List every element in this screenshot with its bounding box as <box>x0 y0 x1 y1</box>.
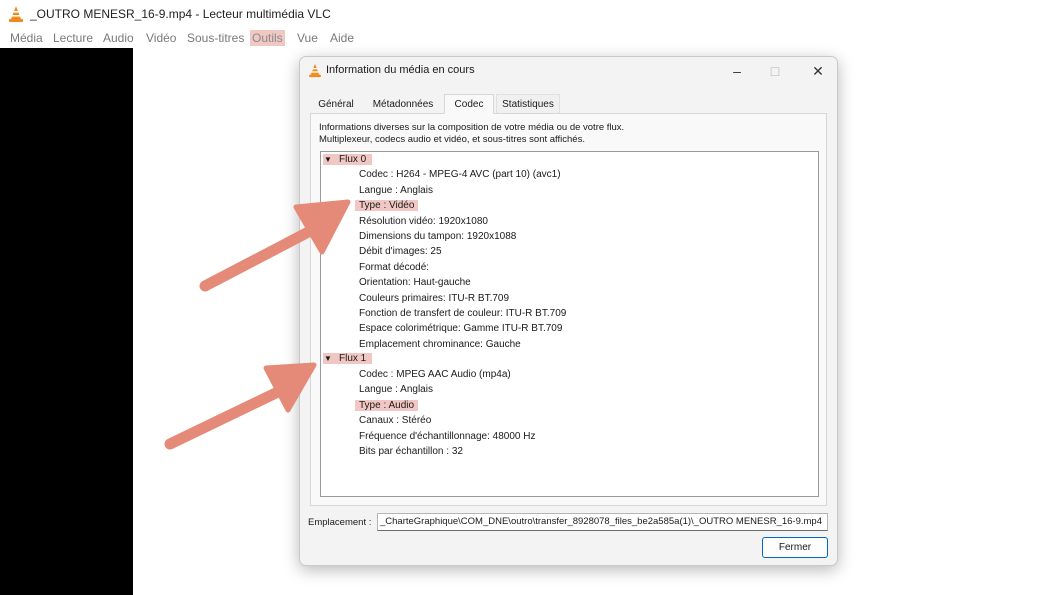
menu-media[interactable]: Média <box>8 30 45 46</box>
tree-item[interactable]: Codec : MPEG AAC Audio (mp4a) <box>359 367 511 382</box>
tree-item[interactable]: Emplacement chrominance: Gauche <box>359 337 521 352</box>
tree-item[interactable]: Bits par échantillon : 32 <box>359 444 463 459</box>
tree-item[interactable]: Débit d'images: 25 <box>359 244 442 259</box>
location-label: Emplacement : <box>308 517 372 528</box>
tree-item[interactable]: Langue : Anglais <box>359 183 433 198</box>
tree-item[interactable]: Couleurs primaires: ITU-R BT.709 <box>359 291 509 306</box>
close-icon[interactable]: ✕ <box>805 59 831 83</box>
tree-item-type-audio: Type : Audio <box>355 399 419 411</box>
tree-item[interactable]: Résolution vidéo: 1920x1080 <box>359 214 488 229</box>
tree-item-highlighted[interactable]: Type : Vidéo <box>355 198 419 213</box>
tab-general[interactable]: Général <box>310 94 362 114</box>
media-info-dialog: Information du média en cours – □ ✕ Géné… <box>299 56 838 566</box>
stream-0-highlight: ▼ Flux 0 <box>323 152 373 167</box>
menu-video[interactable]: Vidéo <box>144 30 178 46</box>
stream-1-label: Flux 1 <box>339 353 367 365</box>
tree-stream-1[interactable]: ▼ Flux 1 <box>323 351 373 366</box>
menubar: Média Lecture Audio Vidéo Sous-titres Ou… <box>0 28 1058 48</box>
tree-stream-0[interactable]: ▼ Flux 0 <box>323 152 373 167</box>
maximize-icon[interactable]: □ <box>762 59 788 83</box>
menu-sous-titres[interactable]: Sous-titres <box>185 30 246 46</box>
menu-lecture[interactable]: Lecture <box>51 30 95 46</box>
menu-outils[interactable]: Outils <box>250 30 285 46</box>
minimize-icon[interactable]: – <box>724 59 750 83</box>
tab-metadonnees[interactable]: Métadonnées <box>365 94 441 114</box>
tree-item[interactable]: Fonction de transfert de couleur: ITU-R … <box>359 306 566 321</box>
info-text-2: Multiplexeur, codecs audio et vidéo, et … <box>319 134 585 145</box>
vlc-cone-icon <box>309 63 321 78</box>
window-title: _OUTRO MENESR_16-9.mp4 - Lecteur multimé… <box>30 7 331 21</box>
tab-codec[interactable]: Codec <box>444 94 494 114</box>
chevron-down-icon[interactable]: ▼ <box>323 152 333 167</box>
location-field[interactable]: _CharteGraphique\COM_DNE\outro\transfer_… <box>377 513 828 531</box>
menu-audio[interactable]: Audio <box>101 30 136 46</box>
vlc-cone-icon <box>9 6 23 22</box>
tree-item[interactable]: Espace colorimétrique: Gamme ITU-R BT.70… <box>359 321 562 336</box>
tree-item[interactable]: Fréquence d'échantillonnage: 48000 Hz <box>359 429 535 444</box>
tree-item[interactable]: Canaux : Stéréo <box>359 413 431 428</box>
vlc-titlebar: _OUTRO MENESR_16-9.mp4 - Lecteur multimé… <box>0 0 1058 28</box>
tree-item[interactable]: Codec : H264 - MPEG-4 AVC (part 10) (avc… <box>359 167 561 182</box>
stream-0-label: Flux 0 <box>339 154 367 165</box>
tab-statistiques[interactable]: Statistiques <box>496 94 560 114</box>
dialog-title: Information du média en cours <box>326 64 475 76</box>
arrow-to-flux-1 <box>164 362 317 450</box>
menu-vue[interactable]: Vue <box>295 30 320 46</box>
tree-item[interactable]: Langue : Anglais <box>359 382 433 397</box>
menu-aide[interactable]: Aide <box>328 30 356 46</box>
tree-item[interactable]: Format décodé: <box>359 260 429 275</box>
chevron-down-icon[interactable]: ▼ <box>323 351 333 366</box>
tree-item[interactable]: Orientation: Haut-gauche <box>359 275 471 290</box>
video-area[interactable] <box>0 48 133 595</box>
codec-panel: Informations diverses sur la composition… <box>310 113 827 506</box>
tree-item[interactable]: Dimensions du tampon: 1920x1088 <box>359 229 516 244</box>
close-button[interactable]: Fermer <box>762 537 828 558</box>
dialog-titlebar[interactable]: Information du média en cours – □ ✕ <box>300 57 837 85</box>
codec-tree[interactable]: ▼ Flux 0 Codec : H264 - MPEG-4 AVC (part … <box>320 151 819 497</box>
tree-item-highlighted[interactable]: Type : Audio <box>355 398 419 413</box>
stream-1-highlight: ▼ Flux 1 <box>323 351 373 366</box>
tree-item-type-video: Type : Vidéo <box>355 200 419 212</box>
info-text-1: Informations diverses sur la composition… <box>319 122 625 133</box>
